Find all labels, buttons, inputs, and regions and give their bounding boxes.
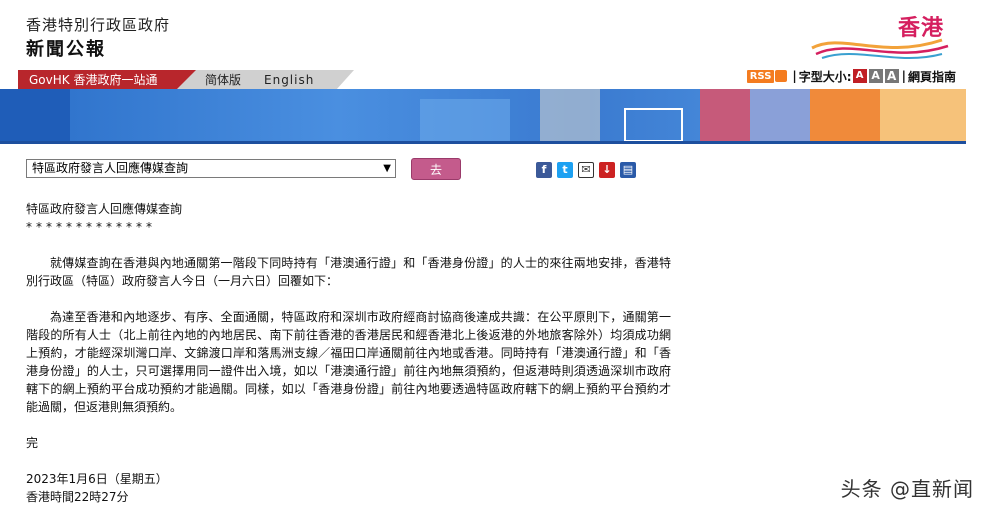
article-body: 特區政府發言人回應傳媒查詢 ************* 就傳媒查詢在香港與內地通… <box>26 200 671 506</box>
go-button[interactable]: 去 <box>411 158 461 180</box>
page-guide-link[interactable]: 網頁指南 <box>908 68 956 85</box>
print-icon[interactable]: ▤ <box>620 162 636 178</box>
category-select[interactable]: 特區政府發言人回應傳媒查詢 ▼ <box>26 159 396 178</box>
language-nav: GovHK 香港政府一站通 简体版 English <box>18 70 354 90</box>
header-banner <box>0 89 966 141</box>
release-date: 2023年1月6日（星期五） <box>26 472 168 486</box>
govhk-link[interactable]: GovHK 香港政府一站通 <box>18 70 176 90</box>
chevron-down-icon[interactable]: ▼ <box>383 160 391 177</box>
bookmark-icon[interactable]: ↓ <box>599 162 615 178</box>
gov-title: 香港特別行政區政府 <box>26 16 171 34</box>
separator: | <box>792 69 797 83</box>
font-size-medium-button[interactable]: A <box>868 69 883 83</box>
category-select-value: 特區政府發言人回應傳媒查詢 <box>32 161 189 175</box>
paragraph-2: 為達至香港和內地逐步、有序、全面通關，特區政府和深圳市政府經商討協商後達成共識：… <box>26 310 671 414</box>
nav-grey-tab-edge <box>336 70 354 90</box>
logo-text: 香港 <box>897 16 944 41</box>
title-separator: ************* <box>26 220 156 234</box>
banner-rule <box>0 141 966 144</box>
nav-red-tab-edge <box>176 70 196 90</box>
separator: | <box>901 69 906 83</box>
facebook-icon[interactable]: f <box>536 162 552 178</box>
twitter-icon[interactable]: t <box>557 162 573 178</box>
email-icon[interactable]: ✉ <box>578 162 594 178</box>
font-size-label: 字型大小: <box>798 69 852 84</box>
release-time: 香港時間22時27分 <box>26 490 129 504</box>
end-marker: 完 <box>26 436 39 450</box>
font-size-small-button[interactable]: A <box>852 69 867 83</box>
rss-link[interactable]: RSS <box>746 69 775 83</box>
simplified-chinese-link[interactable]: 简体版 <box>205 70 241 90</box>
font-size-large-button[interactable]: A <box>884 69 899 83</box>
paragraph-1: 就傳媒查詢在香港與內地通關第一階段下同時持有「港澳通行證」和「香港身份證」的人士… <box>26 256 671 288</box>
article-title: 特區政府發言人回應傳媒查詢 <box>26 202 183 216</box>
share-toolbar: f t ✉ ↓ ▤ <box>536 162 641 178</box>
english-link[interactable]: English <box>264 70 314 90</box>
press-release-title: 新聞公報 <box>26 39 106 60</box>
rss-feed-icon[interactable] <box>775 70 788 82</box>
page-tools: RSS | 字型大小: A A A | 網頁指南 <box>746 67 956 85</box>
source-watermark: 头条 @直新闻 <box>840 477 974 501</box>
